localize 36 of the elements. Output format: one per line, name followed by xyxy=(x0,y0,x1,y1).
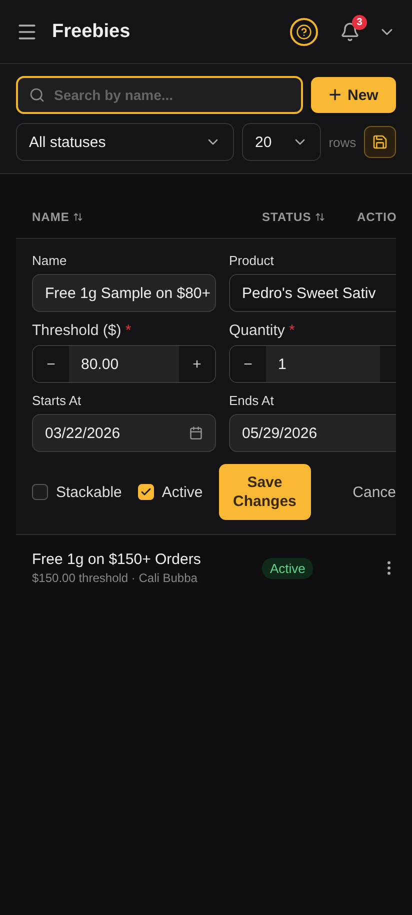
product-select[interactable]: Pedro's Sweet Sativ xyxy=(229,274,396,312)
date-field[interactable]: 03/22/2026 xyxy=(32,414,216,452)
calendar-icon[interactable] xyxy=(189,426,203,440)
save-icon[interactable] xyxy=(364,126,396,158)
column-header[interactable]: ACTIO xyxy=(357,210,396,224)
field-label: Threshold ($) * xyxy=(32,322,132,339)
checkbox-label: Stackable xyxy=(56,484,122,500)
sort-icon[interactable] xyxy=(73,212,84,222)
search-icon xyxy=(29,87,45,103)
sort-icon[interactable] xyxy=(315,212,326,222)
field-label: Product xyxy=(229,253,275,268)
page-size-select[interactable]: 20 xyxy=(242,123,321,161)
date-field[interactable]: 05/29/2026 xyxy=(229,414,396,452)
status-badge: Active xyxy=(262,558,314,578)
name-field[interactable]: Free 1g Sample on $80+ xyxy=(32,274,216,312)
column-header[interactable]: STATUS xyxy=(262,210,357,224)
checkbox-box[interactable] xyxy=(138,484,154,500)
checkbox-box[interactable] xyxy=(32,484,48,500)
field-label: Name xyxy=(32,253,68,268)
status-select[interactable]: All statuses xyxy=(16,123,234,161)
checkbox-label: Active xyxy=(162,484,203,500)
new-button[interactable]: + New xyxy=(311,77,396,113)
field-label: Quantity * xyxy=(229,322,296,339)
notifications-button[interactable]: 3 xyxy=(340,14,368,42)
rows-label: rows xyxy=(328,134,356,150)
row-title: Free 1g on $150+ Orders xyxy=(32,551,202,568)
column-header[interactable]: NAME xyxy=(32,210,262,224)
field-label: Ends At xyxy=(229,393,275,408)
help-icon[interactable] xyxy=(290,18,318,46)
cancel-button[interactable]: Cance xyxy=(352,484,396,500)
field-label: Starts At xyxy=(32,393,82,408)
save-button[interactable]: Save Changes xyxy=(218,464,311,520)
search-field[interactable]: Search by name... xyxy=(16,76,303,114)
date-value: 03/22/2026 xyxy=(45,424,120,442)
page-title: Freebies xyxy=(52,20,132,42)
row-details: $150.00 threshold · Cali Bubba xyxy=(32,571,198,585)
